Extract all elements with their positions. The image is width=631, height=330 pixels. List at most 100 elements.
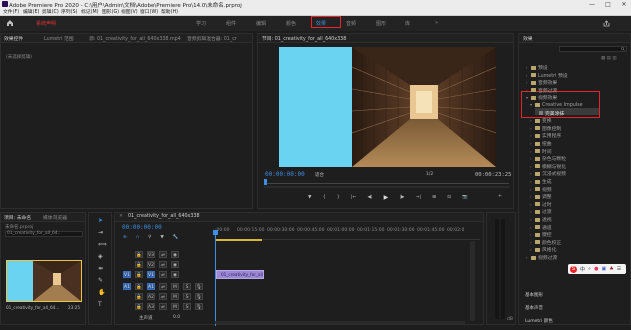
- play-button[interactable]: ▶: [384, 194, 389, 201]
- eye-v3-icon[interactable]: ◉: [171, 251, 179, 258]
- button-editor[interactable]: +: [498, 194, 502, 199]
- effects-tree-item[interactable]: › 颜色校正: [530, 239, 561, 246]
- effects-tree-item[interactable]: › 过时: [530, 201, 552, 208]
- timeline-vertical-scrollbar[interactable]: [470, 241, 475, 321]
- effects-search-input[interactable]: [559, 46, 627, 52]
- tab-lumetri-scopes[interactable]: Lumetri 范围: [44, 35, 74, 42]
- effects-tree-item[interactable]: › 模糊与锐化: [530, 163, 566, 170]
- go-to-in-button[interactable]: |←: [351, 195, 356, 200]
- ime-menu-icon[interactable]: ☰: [617, 266, 621, 272]
- effects-tree-item[interactable]: › 生成: [530, 178, 552, 185]
- effects-tree-item[interactable]: › 视频: [530, 186, 552, 193]
- add-marker-button[interactable]: ▼: [308, 195, 311, 200]
- menu-view[interactable]: 视图(V): [121, 9, 138, 16]
- effects-tree-item[interactable]: › 调整: [530, 193, 552, 200]
- program-scrubber[interactable]: [264, 183, 509, 184]
- eye-v2-icon[interactable]: ◉: [171, 261, 179, 268]
- insert-sequence-nested-icon[interactable]: ⊕: [123, 235, 127, 240]
- effects-tree-item[interactable]: › 实用程序: [530, 132, 561, 139]
- timeline-playhead[interactable]: [215, 233, 216, 326]
- solo-a2-button[interactable]: S: [183, 293, 191, 300]
- workspace-audio[interactable]: 音频: [346, 20, 356, 27]
- ime-toolbar[interactable]: S 中 ∘ ● ▣ ♣ ☰: [568, 264, 626, 274]
- effects-tree-item[interactable]: › 音频效果: [526, 79, 557, 86]
- menu-sequence[interactable]: 序列(S): [61, 9, 77, 16]
- ime-keyboard-icon[interactable]: ▣: [602, 266, 607, 272]
- project-clip-name[interactable]: 01_creativity_for_all_64...: [6, 305, 59, 310]
- extract-button[interactable]: ⊡: [447, 195, 451, 200]
- effects-tree-item[interactable]: › 过渡: [530, 208, 552, 215]
- ime-punct-icon[interactable]: ∘: [588, 266, 591, 272]
- ime-lang-icon[interactable]: 中: [580, 266, 585, 273]
- hand-tool-icon[interactable]: ✋: [98, 289, 105, 296]
- sync-lock-a2-icon[interactable]: ⇌: [159, 293, 167, 300]
- mark-out-button[interactable]: }: [337, 195, 340, 200]
- share-icon[interactable]: [603, 20, 610, 27]
- sync-lock-a3-icon[interactable]: ⇌: [159, 303, 167, 310]
- timeline-horizontal-scrollbar[interactable]: [215, 321, 465, 324]
- close-sequence-icon[interactable]: ✕: [119, 214, 123, 219]
- master-volume-value[interactable]: 0.0: [173, 315, 180, 320]
- effects-tree-item[interactable]: › 预设: [526, 64, 548, 71]
- ime-voice-icon[interactable]: ●: [594, 266, 598, 272]
- lock-a1-icon[interactable]: 🔒: [135, 283, 143, 290]
- mute-a2-button[interactable]: M: [171, 293, 179, 300]
- track-label-v1[interactable]: V1: [147, 271, 155, 278]
- work-area-bar[interactable]: [216, 239, 262, 241]
- solo-a3-button[interactable]: S: [183, 303, 191, 310]
- ripple-edit-tool-icon[interactable]: ⟺: [98, 241, 107, 248]
- slip-tool-icon[interactable]: ⇹: [98, 265, 103, 272]
- program-playhead[interactable]: [264, 179, 267, 185]
- effects-tree-item[interactable]: › 时间: [530, 148, 552, 155]
- program-zoom-bar[interactable]: [264, 186, 509, 188]
- step-forward-button[interactable]: |▶: [400, 195, 405, 200]
- effects-tree-item[interactable]: › 变换: [530, 117, 552, 124]
- effects-tree-item[interactable]: ▾ 视频效果: [526, 94, 557, 101]
- mic-a2-icon[interactable]: 🎙: [195, 293, 203, 300]
- lock-v1-icon[interactable]: 🔒: [135, 271, 143, 278]
- track-label-a3[interactable]: A3: [147, 303, 155, 310]
- add-marker-timeline-icon[interactable]: ▼: [160, 235, 163, 240]
- lift-button[interactable]: ⊞: [432, 195, 436, 200]
- home-icon[interactable]: [6, 19, 14, 27]
- type-tool-icon[interactable]: T: [98, 301, 102, 308]
- solo-a1-button[interactable]: S: [183, 283, 191, 290]
- mute-a1-button[interactable]: M: [171, 283, 179, 290]
- workspace-editing[interactable]: 编辑: [256, 20, 266, 27]
- effects-tree-item[interactable]: › 通道: [530, 224, 552, 231]
- workspace-assembly[interactable]: 组件: [226, 20, 236, 27]
- program-current-timecode[interactable]: 00:00:00:00: [265, 171, 305, 178]
- timeline-settings-icon[interactable]: 🔧: [173, 235, 179, 240]
- track-select-tool-icon[interactable]: ⇥: [98, 229, 103, 236]
- razor-tool-icon[interactable]: ◈: [98, 253, 103, 260]
- timeline-timecode[interactable]: 00:00:00:00: [122, 224, 162, 231]
- track-label-a2[interactable]: A2: [147, 293, 155, 300]
- menu-edit[interactable]: 编辑(E): [23, 9, 39, 16]
- track-label-v2[interactable]: V2: [147, 261, 155, 268]
- workspace-libraries[interactable]: 库: [405, 20, 410, 27]
- source-patch-v1[interactable]: V1: [123, 271, 131, 278]
- menu-clip[interactable]: 剪辑(C): [42, 9, 59, 16]
- playback-resolution-dropdown[interactable]: 1/2: [426, 172, 433, 177]
- tab-source[interactable]: 源: 01_creativity_for_all_640x338.mp4: [89, 35, 181, 42]
- mic-a3-icon[interactable]: 🎙: [195, 303, 203, 310]
- tab-audio-clip-mixer[interactable]: 音频剪辑混合器: 01_cr: [187, 35, 237, 42]
- effects-tree-item[interactable]: 完美涂抹: [534, 110, 564, 117]
- tab-project[interactable]: 项目: 未命名: [4, 214, 31, 221]
- workspace-overflow[interactable]: »: [435, 20, 438, 26]
- sync-lock-v2-icon[interactable]: ⇌: [159, 261, 167, 268]
- fit-dropdown[interactable]: 适合: [315, 172, 324, 178]
- video-clip-v1[interactable]: 01_creativity_for_all: [216, 270, 264, 279]
- effects-tree-item[interactable]: › 沉浸式视频: [530, 170, 566, 177]
- selection-tool-icon[interactable]: ➤: [98, 217, 103, 224]
- tab-program[interactable]: 节目: 01_creativity_for_all_640x338: [262, 35, 346, 42]
- tab-media-browser[interactable]: 媒体浏览器: [43, 214, 67, 221]
- effects-tree-item[interactable]: ▾ Creative Impulse: [530, 102, 583, 108]
- workspace-graphics[interactable]: 图形: [376, 20, 386, 27]
- pen-tool-icon[interactable]: ✎: [98, 277, 103, 284]
- menu-marker[interactable]: 标记(M): [81, 9, 98, 16]
- lock-v3-icon[interactable]: 🔒: [135, 251, 143, 258]
- ime-skin-icon[interactable]: ♣: [609, 266, 613, 272]
- menu-window[interactable]: 窗口(W): [140, 9, 158, 16]
- timeline-playhead-handle[interactable]: [213, 230, 218, 235]
